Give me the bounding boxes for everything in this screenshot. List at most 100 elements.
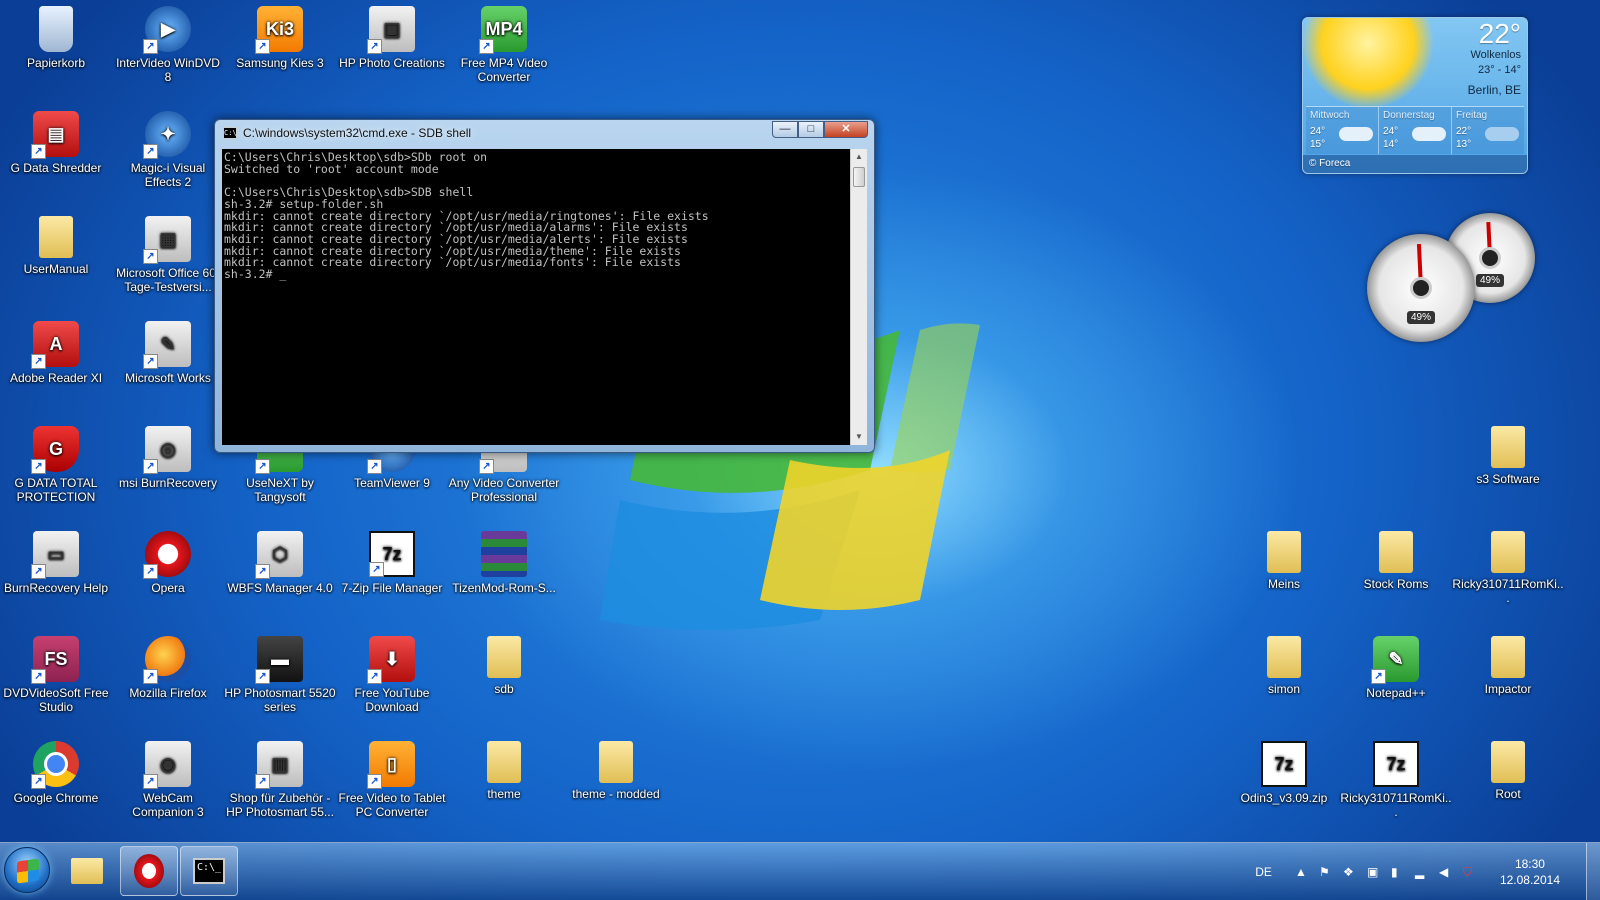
dropbox-icon[interactable]: ❖ <box>1343 865 1357 879</box>
taskbar-opera[interactable] <box>120 846 178 896</box>
cmd-window-title: C:\windows\system32\cmd.exe - SDB shell <box>243 126 472 140</box>
cmd-window[interactable]: C:\ C:\windows\system32\cmd.exe - SDB sh… <box>214 119 875 453</box>
desktop-icon[interactable]: ✎ Notepad++ <box>1340 630 1452 730</box>
console-line: sh-3.2# _ <box>224 267 287 282</box>
desktop-icon-label: BurnRecovery Help <box>3 581 109 595</box>
desktop-icon[interactable]: UserManual <box>0 210 112 310</box>
close-button[interactable]: ✕ <box>824 121 868 138</box>
cloud-icon <box>1339 127 1373 141</box>
desktop-icon[interactable]: theme <box>448 735 560 835</box>
desktop-icon[interactable]: simon <box>1228 630 1340 730</box>
weather-source[interactable]: © Foreca <box>1303 155 1527 173</box>
desktop-icon[interactable]: ▦Microsoft Office 60-Tage-Testversi... <box>112 210 224 310</box>
desktop-icon[interactable]: FSDVDVideoSoft Free Studio <box>0 630 112 730</box>
desktop-icon[interactable]: 7z Odin3_v3.09.zip <box>1228 735 1340 835</box>
desktop-icon[interactable]: ✦Magic-i Visual Effects 2 <box>112 105 224 205</box>
sun-icon <box>1303 18 1433 108</box>
snowflake-icon <box>1485 127 1519 141</box>
scroll-up-icon[interactable]: ▲ <box>851 149 867 165</box>
volume-icon[interactable]: ◀ <box>1439 865 1453 879</box>
desktop-icon[interactable]: ▯Free Video to Tablet PC Converter <box>336 735 448 835</box>
firefox-icon <box>143 636 191 684</box>
desktop-icon[interactable]: Impactor <box>1452 630 1564 730</box>
memory-hub-icon <box>1479 247 1501 269</box>
folder-icon <box>39 216 73 258</box>
desktop-icon[interactable]: Mozilla Firefox <box>112 630 224 730</box>
desktop-icon[interactable]: MP4Free MP4 Video Converter <box>448 0 560 100</box>
weather-gadget[interactable]: 22° Wolkenlos 23° - 14° Berlin, BE Mittw… <box>1302 17 1528 174</box>
desktop-icon[interactable]: sdb <box>448 630 560 730</box>
desktop-icon[interactable]: ▬HP Photosmart 5520 series <box>224 630 336 730</box>
device-icon[interactable]: ▣ <box>1367 865 1381 879</box>
minimize-button[interactable]: — <box>772 121 798 138</box>
forecast-day-name: Donnerstag <box>1383 110 1435 121</box>
forecast-day-name: Freitag <box>1456 110 1488 121</box>
folder-icon <box>599 741 633 783</box>
forecast-low: 13° <box>1456 139 1472 150</box>
console-line: Switched to 'root' account mode <box>224 161 439 176</box>
desktop-icon[interactable]: Google Chrome <box>0 735 112 835</box>
console-scrollbar[interactable]: ▲ ▼ <box>850 149 867 445</box>
action-center-flag-icon[interactable]: ⚑ <box>1319 865 1333 879</box>
desktop-icon[interactable]: ▤ G Data Shredder <box>0 105 112 205</box>
desktop-icon[interactable]: ⬡ WBFS Manager 4.0 <box>224 525 336 625</box>
desktop-icon[interactable]: ▶InterVideo WinDVD 8 <box>112 0 224 100</box>
show-desktop-button[interactable] <box>1586 843 1600 900</box>
folder-icon <box>1491 426 1525 468</box>
desktop-icon[interactable]: Ricky310711RomKi... <box>1452 525 1564 625</box>
desktop-icon[interactable]: ▣ HP Photo Creations <box>336 0 448 100</box>
desktop-icon[interactable]: Ki3 Samsung Kies 3 <box>224 0 336 100</box>
start-button[interactable] <box>4 847 50 893</box>
show-hidden-icons-icon[interactable]: ▲ <box>1295 865 1309 879</box>
desktop-icon[interactable]: ▥Shop für Zubehör - HP Photosmart 55... <box>224 735 336 835</box>
clock-time: 18:30 <box>1514 857 1545 871</box>
desktop-icon[interactable]: ◉WebCam Companion 3 <box>112 735 224 835</box>
7zip-archive-icon: 7z <box>1261 741 1307 787</box>
desktop-icon[interactable]: theme - modded <box>560 735 672 835</box>
cmd-window-icon[interactable]: C:\ <box>223 127 237 139</box>
desktop-icon-label: Samsung Kies 3 <box>236 56 324 70</box>
desktop-icon[interactable]: ▭ BurnRecovery Help <box>0 525 112 625</box>
language-indicator[interactable]: DE <box>1255 865 1272 879</box>
desktop-icon[interactable]: s3 Software <box>1452 420 1564 520</box>
desktop-icon-label: DVDVideoSoft Free Studio <box>3 686 109 714</box>
memory-percent: 49% <box>1475 274 1505 287</box>
desktop-icon[interactable]: ⬇Free YouTube Download <box>336 630 448 730</box>
desktop-icon[interactable]: Meins <box>1228 525 1340 625</box>
desktop-icon[interactable]: GG DATA TOTAL PROTECTION <box>0 420 112 520</box>
desktop-icon[interactable]: Opera <box>112 525 224 625</box>
folder-icon <box>1491 636 1525 678</box>
desktop-icon[interactable]: ◎ msi BurnRecovery <box>112 420 224 520</box>
forecast-day: Freitag 22° 13° <box>1452 107 1524 154</box>
desktop-icon-label: TeamViewer 9 <box>354 476 430 490</box>
desktop-icon[interactable]: Papierkorb <box>0 0 112 100</box>
clock[interactable]: 18:30 12.08.2014 <box>1500 856 1560 888</box>
download-icon: ⬇ <box>367 636 415 684</box>
disc-icon: ◎ <box>143 426 191 474</box>
mobile-icon[interactable]: ▮ <box>1391 865 1405 879</box>
network-icon[interactable]: ▂ <box>1415 865 1429 879</box>
taskbar-cmd[interactable]: C:\_ <box>180 846 238 896</box>
cpu-gauge[interactable]: 49% <box>1367 234 1475 342</box>
adobe-reader-icon: A <box>31 321 79 369</box>
maximize-button[interactable]: □ <box>798 121 824 138</box>
desktop-icon[interactable]: 7z 7-Zip File Manager <box>336 525 448 625</box>
desktop-icon[interactable]: A Adobe Reader XI <box>0 315 112 415</box>
desktop-icon-label: G DATA TOTAL PROTECTION <box>14 476 98 504</box>
gdata-tray-icon[interactable]: ⛉ <box>1463 865 1477 879</box>
console-line: mkdir: cannot create directory `/opt/usr… <box>224 255 681 270</box>
hp-photo-icon: ▣ <box>367 6 415 54</box>
desktop-icon-label: Opera <box>151 581 185 595</box>
taskbar-explorer[interactable] <box>58 846 116 896</box>
folder-icon <box>487 741 521 783</box>
desktop-icon[interactable]: TizenMod-Rom-S... <box>448 525 560 625</box>
console-output[interactable]: C:\Users\Chris\Desktop\sdb>SDb root on Sw… <box>222 149 850 445</box>
desktop-icon[interactable]: Stock Roms <box>1340 525 1452 625</box>
scroll-down-icon[interactable]: ▼ <box>851 429 867 445</box>
chrome-icon <box>31 741 79 789</box>
desktop-icon[interactable]: ✎ Microsoft Works <box>112 315 224 415</box>
7zip-icon: 7z <box>369 531 415 577</box>
desktop-icon[interactable]: Root <box>1452 735 1564 835</box>
scroll-thumb[interactable] <box>853 167 865 187</box>
desktop-icon[interactable]: 7z Ricky310711RomKi... <box>1340 735 1452 835</box>
